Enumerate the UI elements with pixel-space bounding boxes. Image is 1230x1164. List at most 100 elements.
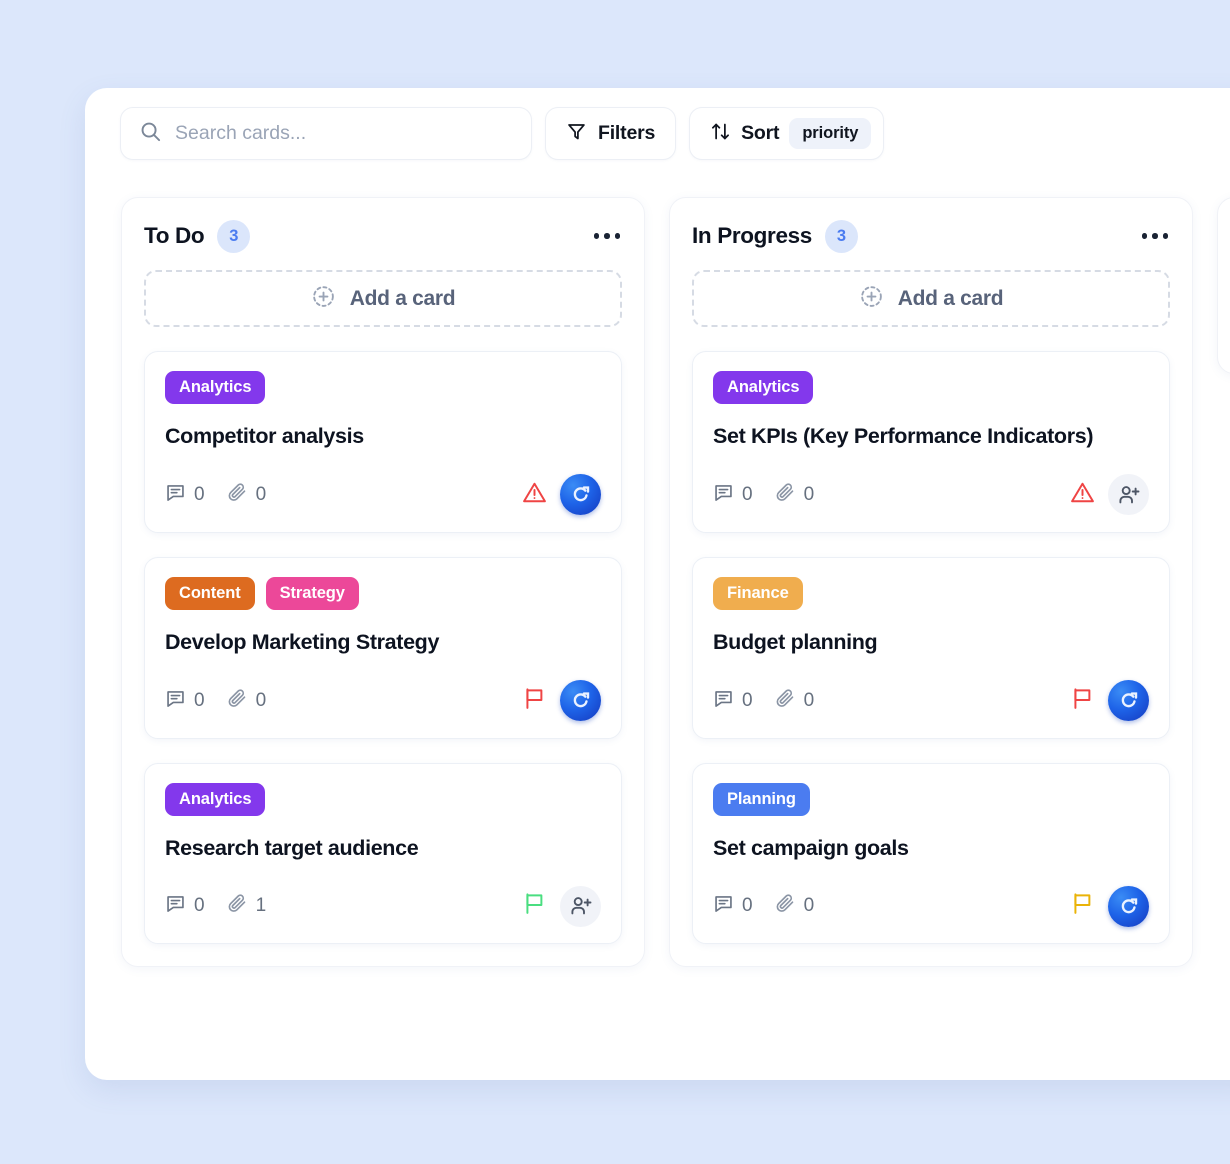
avatar[interactable] — [1108, 680, 1149, 722]
comment-count: 0 — [713, 688, 753, 714]
comment-count-value: 0 — [742, 689, 753, 711]
column-to-do: To Do 3 Add a card Analytics Competitor … — [121, 197, 645, 968]
attachment-count: 0 — [227, 688, 266, 714]
comment-count: 0 — [165, 688, 205, 714]
column-count-badge: 3 — [824, 219, 858, 253]
card-tags: Analytics — [713, 371, 1149, 404]
add-card-button[interactable]: Add a card — [692, 270, 1170, 327]
column-title: In Progress — [692, 223, 812, 248]
add-person-icon[interactable] — [560, 885, 601, 927]
card-footer: 0 0 — [713, 474, 1149, 516]
paperclip-icon — [227, 893, 248, 919]
ellipsis-icon[interactable] — [592, 227, 623, 245]
attachment-count: 0 — [775, 482, 815, 508]
card-footer-right — [1070, 885, 1149, 927]
comment-icon — [713, 482, 734, 508]
comment-count-value: 0 — [194, 895, 205, 917]
column-title: To Do — [144, 223, 205, 248]
board-columns: To Do 3 Add a card Analytics Competitor … — [121, 197, 1230, 968]
column-header: To Do 3 — [144, 218, 622, 254]
search-box[interactable] — [120, 107, 532, 160]
card-footer-right — [522, 885, 601, 927]
card-footer: 0 0 — [165, 680, 601, 722]
comment-count-value: 0 — [194, 483, 205, 505]
tag-analytics[interactable]: Analytics — [713, 371, 814, 404]
comment-count: 0 — [165, 893, 205, 919]
card-competitor-analysis[interactable]: Analytics Competitor analysis 0 0 — [144, 351, 622, 533]
card-tags: Content Strategy — [165, 576, 601, 610]
card-research-target-audience[interactable]: Analytics Research target audience 0 1 — [144, 762, 622, 945]
attachment-count: 0 — [227, 482, 266, 508]
column-next-partial — [1217, 197, 1230, 374]
tag-finance[interactable]: Finance — [713, 576, 803, 610]
tag-analytics[interactable]: Analytics — [165, 782, 266, 816]
filters-button[interactable]: Filters — [545, 107, 677, 160]
add-person-icon[interactable] — [1108, 474, 1149, 516]
card-title: Competitor analysis — [165, 424, 364, 448]
plus-circle-dashed-icon — [859, 284, 884, 314]
card-footer: 0 0 — [713, 680, 1149, 722]
tag-strategy[interactable]: Strategy — [265, 576, 359, 610]
card-title: Set KPIs (Key Performance Indicators) — [713, 424, 1094, 448]
card-title: Research target audience — [165, 835, 419, 860]
search-icon — [139, 120, 162, 148]
attachment-count: 0 — [775, 893, 815, 919]
card-budget-planning[interactable]: Finance Budget planning 0 0 — [692, 556, 1170, 739]
sort-button[interactable]: Sort priority — [689, 107, 885, 160]
card-set-campaign-goals[interactable]: Planning Set campaign goals 0 0 — [692, 762, 1170, 945]
card-footer-right — [522, 680, 601, 722]
card-footer: 0 0 — [713, 885, 1149, 927]
attachment-count-value: 0 — [803, 689, 815, 711]
paperclip-icon — [775, 893, 796, 919]
comment-icon — [713, 893, 734, 919]
warning-triangle-icon — [1070, 480, 1095, 510]
card-develop-marketing-strategy[interactable]: Content Strategy Develop Marketing Strat… — [144, 556, 622, 739]
avatar[interactable] — [1108, 885, 1149, 927]
tag-planning[interactable]: Planning — [713, 782, 810, 816]
attachment-count: 0 — [775, 688, 815, 714]
search-input[interactable] — [175, 122, 513, 145]
comment-count-value: 0 — [742, 483, 753, 505]
paperclip-icon — [227, 688, 248, 714]
tag-analytics[interactable]: Analytics — [165, 371, 266, 404]
flag-icon — [1070, 686, 1095, 716]
card-footer: 0 0 — [165, 474, 601, 516]
attachment-count-value: 1 — [255, 895, 267, 917]
sort-value-pill[interactable]: priority — [789, 118, 872, 149]
comment-count-value: 0 — [194, 689, 205, 711]
warning-triangle-icon — [522, 480, 547, 510]
card-footer: 0 1 — [165, 885, 601, 927]
comment-count: 0 — [713, 893, 753, 919]
card-tags: Analytics — [165, 371, 601, 404]
add-card-button[interactable]: Add a card — [144, 270, 622, 327]
card-set-kpis[interactable]: Analytics Set KPIs (Key Performance Indi… — [692, 351, 1170, 533]
add-card-label: Add a card — [897, 286, 1004, 310]
card-footer-right — [1070, 680, 1149, 722]
comment-icon — [165, 893, 186, 919]
paperclip-icon — [227, 482, 248, 508]
funnel-filter-icon — [566, 121, 587, 147]
attachment-count: 1 — [227, 893, 267, 919]
column-header: In Progress 3 — [692, 218, 1170, 254]
avatar[interactable] — [560, 474, 601, 516]
comment-icon — [713, 688, 734, 714]
card-footer-right — [1070, 474, 1149, 516]
comment-count-value: 0 — [742, 895, 753, 917]
plus-circle-dashed-icon — [311, 284, 336, 314]
card-tags: Planning — [713, 782, 1149, 816]
comment-count: 0 — [165, 482, 205, 508]
column-in-progress: In Progress 3 Add a card Analytics Set K… — [669, 197, 1193, 968]
card-tags: Finance — [713, 576, 1149, 610]
column-count-badge: 3 — [217, 219, 251, 253]
sort-label: Sort — [741, 122, 780, 144]
filters-label: Filters — [598, 122, 656, 144]
avatar[interactable] — [560, 680, 601, 722]
tag-content[interactable]: Content — [165, 576, 255, 610]
board-toolbar: Filters Sort priority — [120, 107, 885, 160]
ellipsis-icon[interactable] — [1140, 227, 1171, 245]
card-title: Budget planning — [713, 629, 878, 654]
attachment-count-value: 0 — [803, 483, 815, 505]
paperclip-icon — [775, 482, 796, 508]
attachment-count-value: 0 — [803, 895, 815, 917]
comment-icon — [165, 688, 186, 714]
